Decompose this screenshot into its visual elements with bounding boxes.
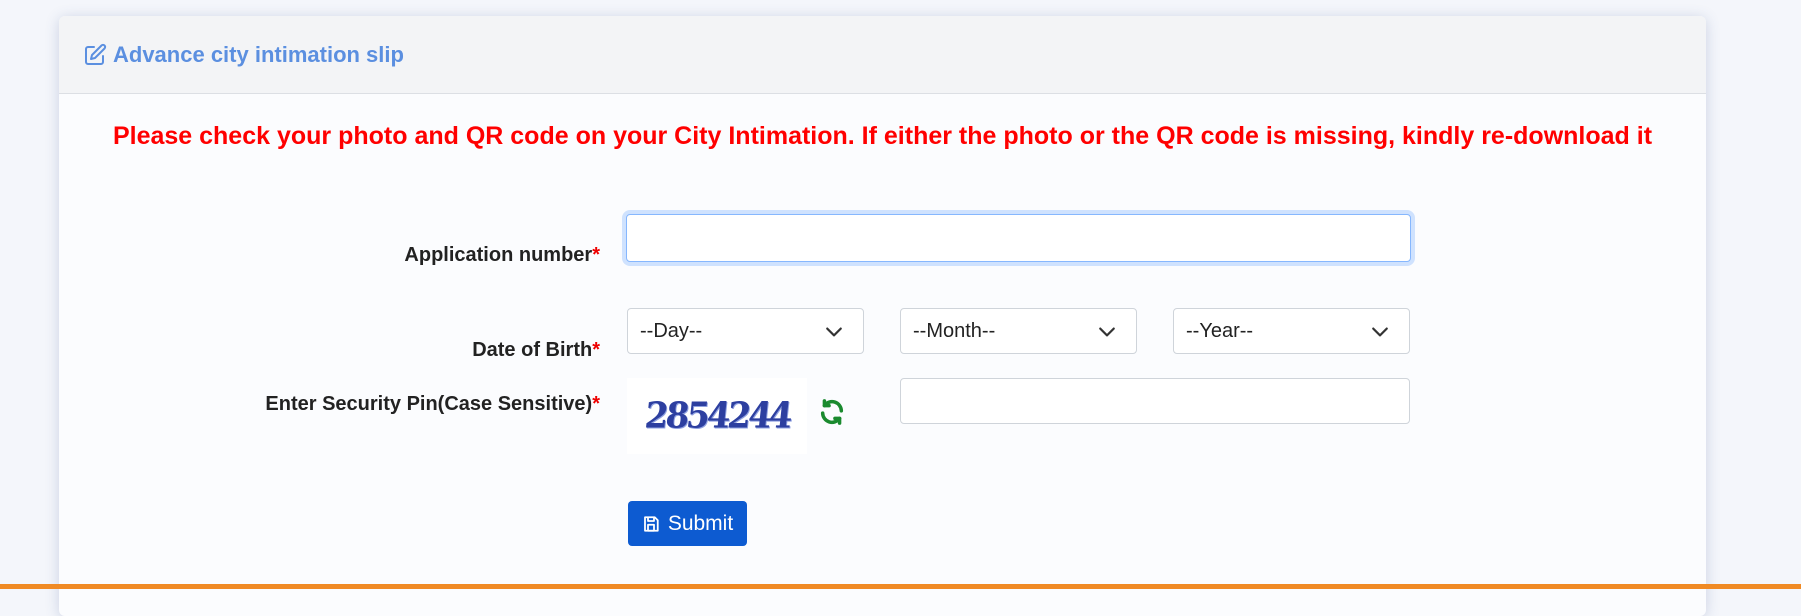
photo-qr-notice: Please check your photo and QR code on y… bbox=[112, 122, 1653, 150]
required-mark: * bbox=[592, 244, 600, 266]
chevron-down-icon bbox=[1372, 327, 1388, 337]
captcha-image: 2854244 bbox=[627, 378, 807, 454]
year-select[interactable]: --Year-- bbox=[1173, 308, 1410, 354]
application-number-label-text: Application number bbox=[404, 244, 593, 266]
year-select-value: --Year-- bbox=[1186, 319, 1254, 342]
chevron-down-icon bbox=[826, 327, 842, 337]
card-title: Advance city intimation slip bbox=[113, 41, 404, 67]
month-select-value: --Month-- bbox=[913, 319, 996, 342]
day-select[interactable]: --Day-- bbox=[627, 308, 864, 354]
refresh-captcha-icon[interactable] bbox=[818, 398, 846, 426]
edit-icon bbox=[83, 43, 107, 67]
required-mark: * bbox=[592, 339, 600, 361]
security-pin-label-text: Enter Security Pin(Case Sensitive) bbox=[265, 393, 593, 415]
day-select-value: --Day-- bbox=[640, 319, 703, 342]
security-pin-label: Enter Security Pin(Case Sensitive)* bbox=[265, 393, 600, 416]
submit-button[interactable]: Submit bbox=[628, 501, 747, 546]
card-header: Advance city intimation slip bbox=[59, 16, 1706, 94]
bottom-accent-bar bbox=[0, 584, 1801, 589]
date-of-birth-label: Date of Birth* bbox=[472, 339, 600, 362]
save-icon bbox=[643, 515, 659, 532]
captcha-text: 2854244 bbox=[642, 395, 792, 437]
chevron-down-icon bbox=[1099, 327, 1115, 337]
submit-label: Submit bbox=[667, 511, 734, 535]
security-pin-input[interactable] bbox=[900, 378, 1410, 424]
month-select[interactable]: --Month-- bbox=[900, 308, 1137, 354]
application-number-label: Application number* bbox=[404, 244, 600, 267]
required-mark: * bbox=[592, 393, 600, 415]
intimation-slip-card: Advance city intimation slip Please chec… bbox=[59, 16, 1706, 616]
application-number-input[interactable] bbox=[626, 214, 1411, 262]
date-of-birth-label-text: Date of Birth bbox=[472, 339, 593, 361]
